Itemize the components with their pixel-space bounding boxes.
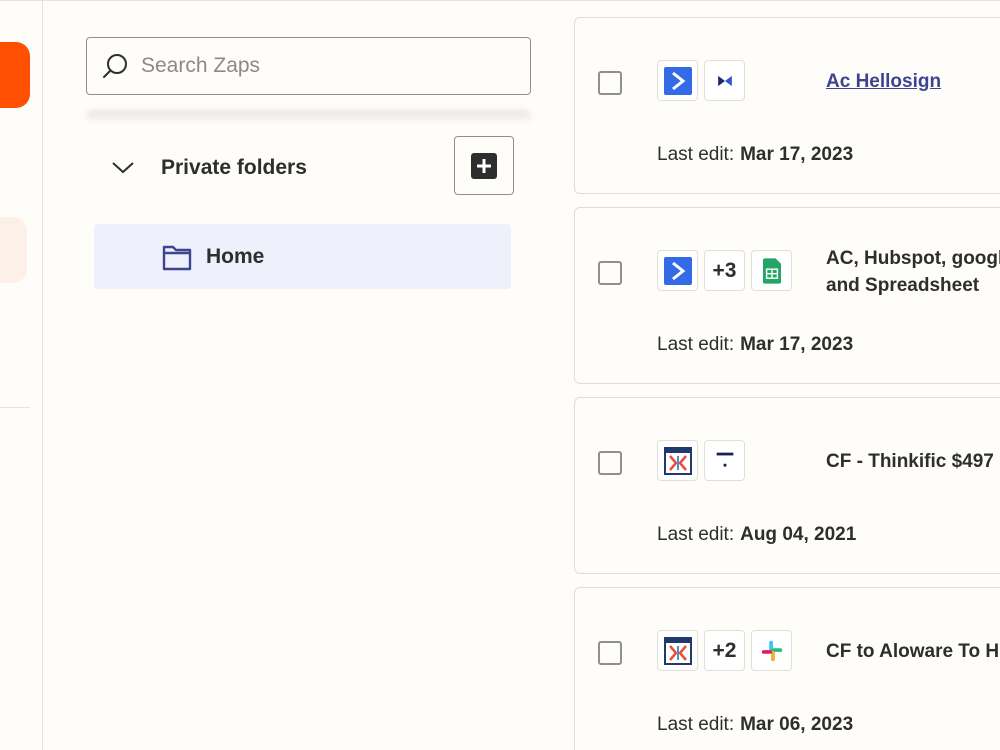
last-edit-date: Mar 06, 2023 [740, 714, 854, 735]
search-icon [103, 54, 127, 78]
plus-icon [471, 152, 497, 179]
activecampaign-icon [657, 250, 698, 291]
more-apps-count: +2 [704, 630, 745, 671]
zap-title-link[interactable]: Ac Hellosign [826, 68, 941, 95]
zap-card[interactable]: +2 CF to Aloware To Hu Last edit: Mar 06,… [574, 587, 1000, 750]
add-folder-button[interactable] [454, 136, 514, 195]
private-folders-title: Private folders [161, 155, 307, 179]
last-edit: Last edit: Mar 17, 2023 [657, 334, 853, 356]
last-edit-date: Mar 17, 2023 [740, 334, 854, 355]
folder-item-home[interactable]: Home [94, 224, 511, 289]
nav-divider [0, 407, 30, 408]
last-edit-label: Last edit: [657, 714, 735, 735]
create-button[interactable] [0, 42, 30, 108]
activecampaign-icon [657, 60, 698, 101]
zap-checkbox[interactable] [598, 451, 622, 475]
zap-card[interactable]: CF - Thinkific $497 Last edit: Aug 04, 20… [574, 397, 1000, 574]
clickfunnels-icon [657, 440, 698, 481]
nav-rail [0, 0, 43, 750]
last-edit: Last edit: Mar 17, 2023 [657, 144, 853, 166]
more-apps-count: +3 [704, 250, 745, 291]
zap-title[interactable]: CF - Thinkific $497 [826, 448, 994, 475]
last-edit-label: Last edit: [657, 334, 735, 355]
zap-card[interactable]: +3 AC, Hubspot, googl and Spreadsheet La… [574, 207, 1000, 384]
hellosign-icon [704, 60, 745, 101]
folder-label: Home [206, 244, 265, 268]
chevron-down-icon[interactable] [108, 153, 138, 183]
zap-checkbox[interactable] [598, 71, 622, 95]
slack-icon [751, 630, 792, 671]
zap-title[interactable]: CF to Aloware To Hu [826, 638, 1000, 665]
search-input[interactable] [141, 54, 501, 78]
zap-title-line1[interactable]: AC, Hubspot, googl [826, 245, 1000, 272]
clickfunnels-icon [657, 630, 698, 671]
search-box[interactable] [86, 37, 531, 95]
last-edit-label: Last edit: [657, 524, 735, 545]
last-edit-label: Last edit: [657, 144, 735, 165]
folder-icon [162, 245, 192, 270]
zap-checkbox[interactable] [598, 261, 622, 285]
search-shadow [86, 110, 531, 124]
zap-title-line2[interactable]: and Spreadsheet [826, 272, 979, 299]
last-edit-date: Aug 04, 2021 [740, 524, 857, 545]
nav-item-zaps-selected[interactable] [0, 217, 27, 283]
last-edit: Last edit: Mar 06, 2023 [657, 714, 853, 736]
zap-checkbox[interactable] [598, 641, 622, 665]
last-edit: Last edit: Aug 04, 2021 [657, 524, 856, 546]
thinkific-icon [704, 440, 745, 481]
zap-card[interactable]: Ac Hellosign Last edit: Mar 17, 2023 [574, 17, 1000, 194]
google-sheets-icon [751, 250, 792, 291]
last-edit-date: Mar 17, 2023 [740, 144, 854, 165]
top-border [0, 0, 1000, 1]
